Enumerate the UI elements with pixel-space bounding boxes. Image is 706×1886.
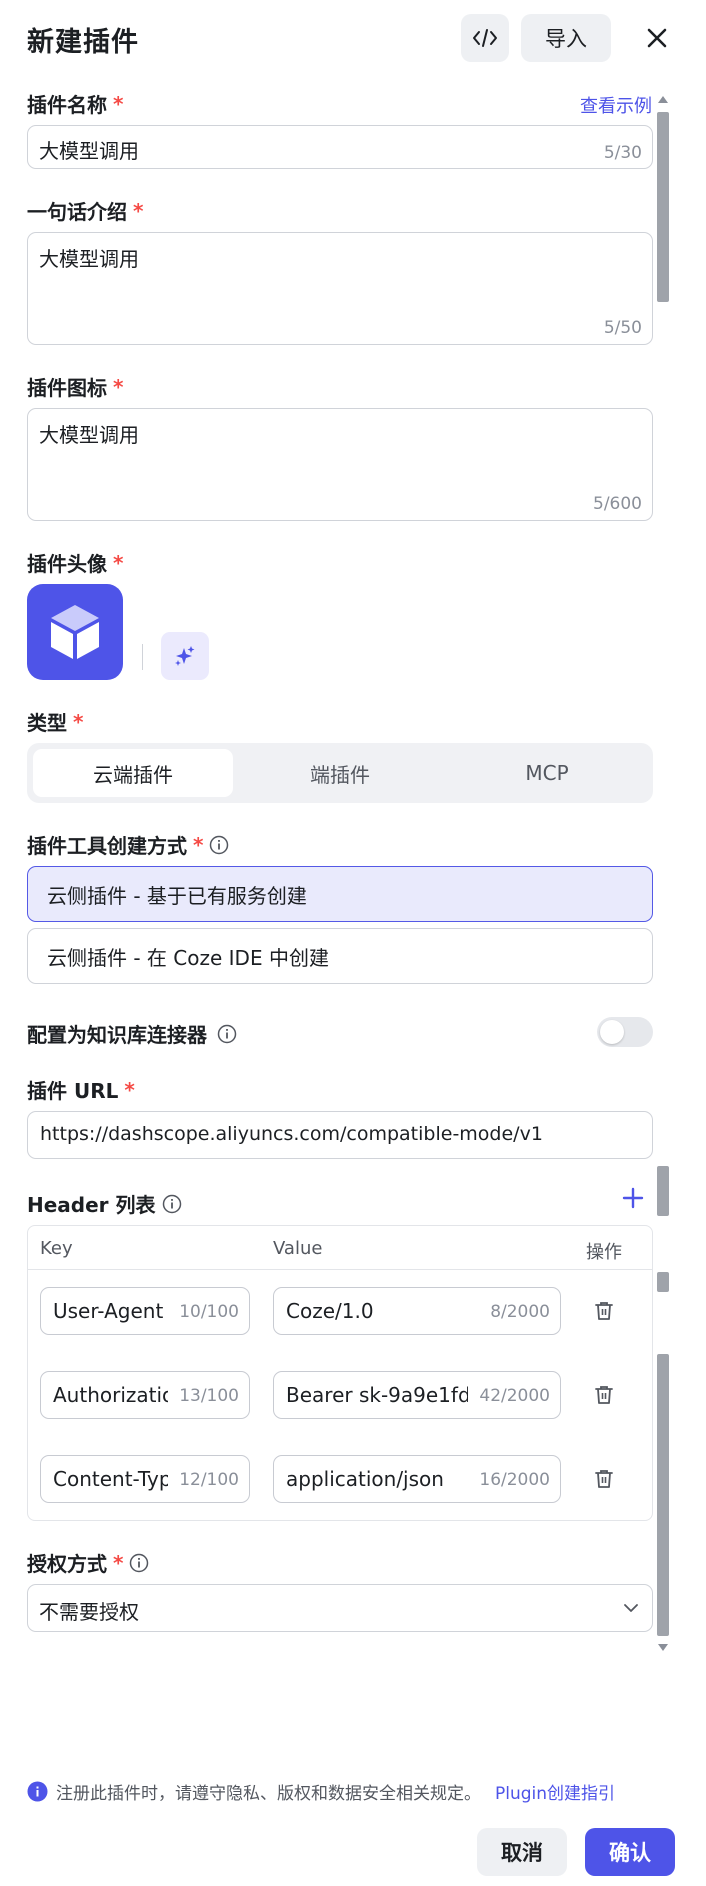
type-option-device[interactable]: 端插件 bbox=[240, 749, 440, 797]
column-header-value: Value bbox=[273, 1238, 323, 1259]
scroll-up-arrow-icon[interactable] bbox=[657, 94, 669, 104]
code-button[interactable] bbox=[461, 14, 509, 62]
char-counter: 5/30 bbox=[603, 143, 642, 163]
info-icon[interactable] bbox=[162, 1194, 182, 1214]
header-value-input[interactable]: application/json 16/2000 bbox=[273, 1455, 561, 1503]
column-header-actions: 操作 bbox=[586, 1242, 622, 1263]
type-segmented-control: 云端插件 端插件 MCP bbox=[27, 743, 653, 803]
auth-select[interactable]: 不需要授权 bbox=[27, 1584, 653, 1632]
info-icon[interactable] bbox=[129, 1553, 149, 1573]
header-key-input[interactable]: Content-Typ 12/100 bbox=[40, 1455, 250, 1503]
scrollbar-thumb[interactable] bbox=[657, 1166, 669, 1216]
dialog-title: 新建插件 bbox=[27, 27, 139, 58]
divider bbox=[142, 644, 143, 670]
scrollbar-thumb[interactable] bbox=[657, 112, 669, 302]
char-counter: 5/50 bbox=[603, 318, 642, 338]
column-header-key: Key bbox=[40, 1238, 73, 1259]
view-example-link[interactable]: 查看示例 bbox=[580, 92, 652, 118]
plugin-icon-label: 插件图标 * bbox=[27, 374, 124, 401]
delete-header-icon[interactable] bbox=[593, 1384, 615, 1406]
plugin-icon-textarea[interactable]: 大模型调用 5/600 bbox=[27, 408, 653, 521]
plugin-url-value: https://dashscope.aliyuncs.com/compatibl… bbox=[40, 1123, 543, 1145]
header-value-input[interactable]: Coze/1.0 8/2000 bbox=[273, 1287, 561, 1335]
intro-label: 一句话介绍 * bbox=[27, 198, 144, 225]
creation-method-label: 插件工具创建方式 * bbox=[27, 830, 229, 859]
info-icon[interactable] bbox=[217, 1024, 237, 1044]
cube-icon bbox=[51, 605, 99, 659]
knowledge-connector-label: 配置为知识库连接器 bbox=[27, 1019, 237, 1048]
add-header-icon[interactable] bbox=[621, 1186, 645, 1210]
plugin-icon-value: 大模型调用 bbox=[39, 423, 139, 447]
type-option-mcp[interactable]: MCP bbox=[447, 749, 647, 797]
close-icon bbox=[647, 28, 667, 48]
plugin-url-label: 插件 URL * bbox=[27, 1077, 135, 1104]
toggle-knob bbox=[600, 1020, 624, 1044]
code-icon bbox=[473, 29, 497, 47]
scrollbar-thumb[interactable] bbox=[657, 1272, 669, 1292]
registration-notice: 注册此插件时，请遵守隐私、版权和数据安全相关规定。 Plugin创建指引 bbox=[27, 1779, 615, 1804]
intro-value: 大模型调用 bbox=[39, 247, 139, 271]
confirm-button[interactable]: 确认 bbox=[585, 1828, 675, 1876]
header-key-input[interactable]: Authorizatio 13/100 bbox=[40, 1371, 250, 1419]
creation-option-coze-ide[interactable]: 云侧插件 - 在 Coze IDE 中创建 bbox=[27, 928, 653, 984]
type-label: 类型 * bbox=[27, 709, 84, 736]
close-button[interactable] bbox=[640, 20, 674, 56]
scrollbar-thumb[interactable] bbox=[657, 1354, 669, 1636]
plugin-avatar[interactable] bbox=[27, 584, 123, 680]
header-key-input[interactable]: User-Agent 10/100 bbox=[40, 1287, 250, 1335]
plugin-url-input[interactable]: https://dashscope.aliyuncs.com/compatibl… bbox=[27, 1111, 653, 1159]
delete-header-icon[interactable] bbox=[593, 1300, 615, 1322]
knowledge-connector-toggle[interactable] bbox=[597, 1017, 653, 1047]
sparkle-icon bbox=[175, 646, 195, 666]
plugin-avatar-label: 插件头像 * bbox=[27, 550, 124, 577]
plugin-guide-link[interactable]: Plugin创建指引 bbox=[495, 1779, 615, 1804]
type-option-cloud[interactable]: 云端插件 bbox=[33, 749, 233, 797]
plugin-name-label: 插件名称 * bbox=[27, 91, 124, 118]
auth-select-value: 不需要授权 bbox=[39, 1600, 139, 1624]
header-value-input[interactable]: Bearer sk-9a9e1fde 42/2000 bbox=[273, 1371, 561, 1419]
cancel-button[interactable]: 取消 bbox=[477, 1828, 567, 1876]
plugin-name-input[interactable]: 大模型调用 5/30 bbox=[27, 125, 653, 169]
plugin-name-value: 大模型调用 bbox=[39, 139, 139, 163]
info-filled-icon bbox=[27, 1781, 48, 1802]
header-table: Key Value 操作 User-Agent 10/100 Coze/1.0 … bbox=[27, 1225, 653, 1521]
intro-textarea[interactable]: 大模型调用 5/50 bbox=[27, 232, 653, 345]
info-icon[interactable] bbox=[209, 835, 229, 855]
char-counter: 5/600 bbox=[593, 494, 642, 514]
table-divider bbox=[28, 1269, 652, 1270]
delete-header-icon[interactable] bbox=[593, 1468, 615, 1490]
creation-option-existing-service[interactable]: 云侧插件 - 基于已有服务创建 bbox=[27, 866, 653, 922]
header-list-label: Header 列表 bbox=[27, 1189, 182, 1218]
import-button[interactable]: 导入 bbox=[521, 14, 611, 62]
scroll-down-arrow-icon[interactable] bbox=[657, 1643, 669, 1653]
ai-generate-avatar-button[interactable] bbox=[161, 632, 209, 680]
auth-label: 授权方式 * bbox=[27, 1548, 149, 1577]
chevron-down-icon bbox=[624, 1604, 638, 1612]
